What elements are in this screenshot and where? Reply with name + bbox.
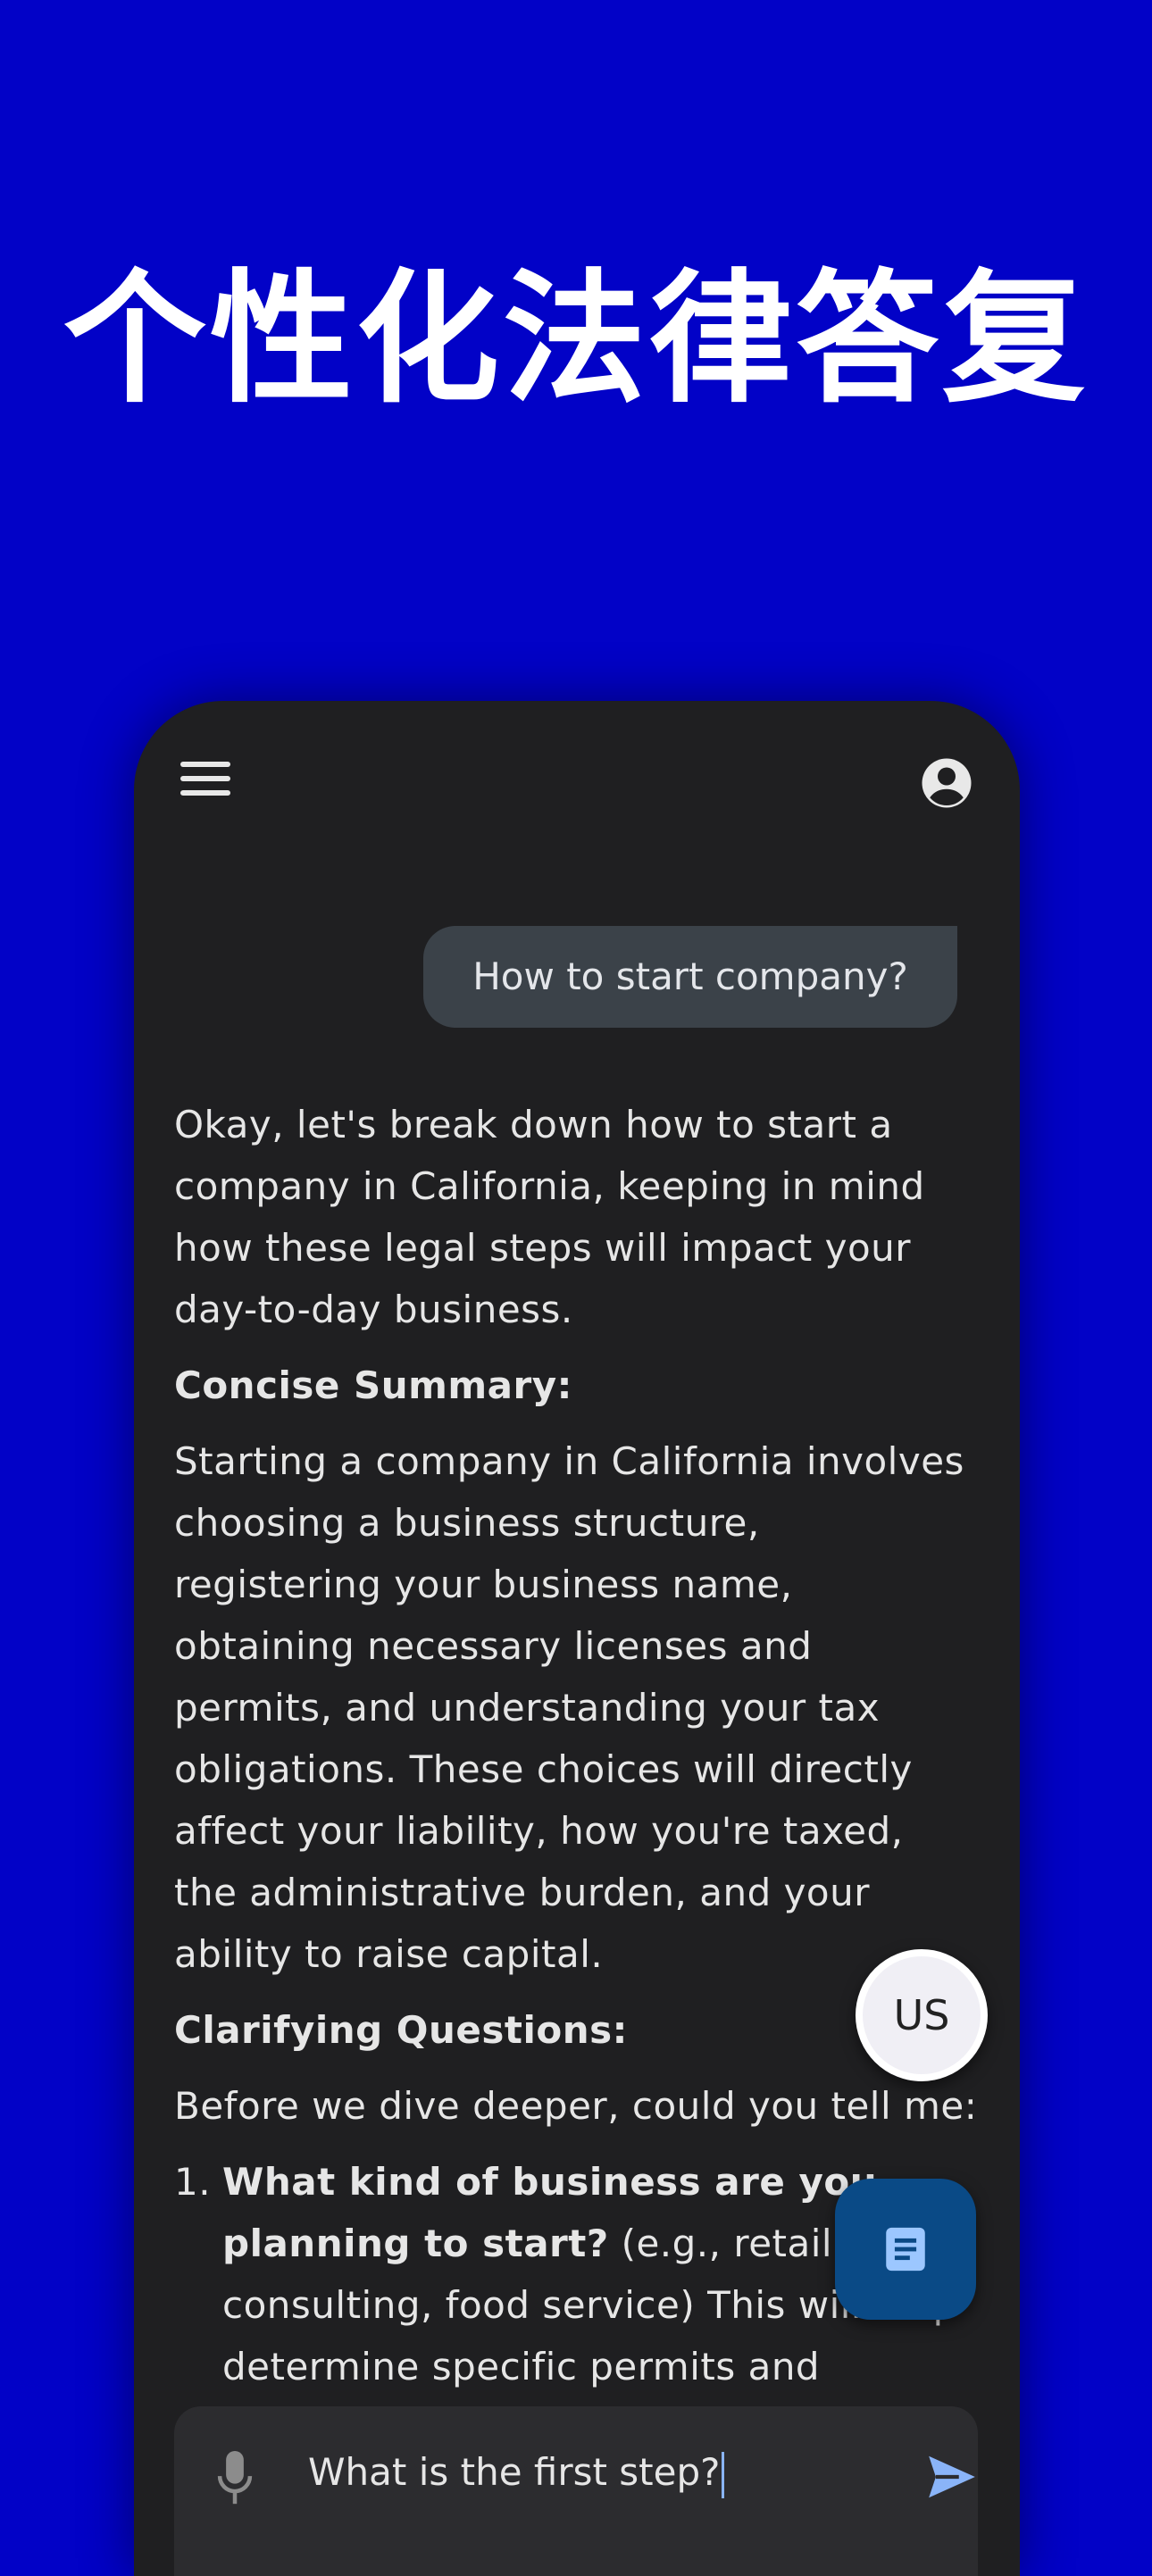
- message-input-value: What is the first step?: [308, 2450, 721, 2494]
- text-caret: [722, 2451, 725, 2498]
- reply-intro: Okay, let's break down how to start a co…: [174, 1103, 925, 1331]
- message-composer: What is the first step?: [174, 2406, 978, 2576]
- phone-screen: How to start company? Okay, let's break …: [134, 701, 1020, 2576]
- top-app-bar: [134, 701, 1020, 871]
- document-icon: [886, 2227, 925, 2272]
- menu-icon[interactable]: [180, 762, 230, 804]
- document-button[interactable]: [835, 2179, 976, 2320]
- hero-title: 个性化法律答复: [63, 255, 1089, 422]
- summary-heading: Concise Summary:: [174, 1363, 572, 1407]
- region-button[interactable]: US: [856, 1949, 988, 2081]
- summary-text: Starting a company in California involve…: [174, 1439, 964, 1976]
- account-icon[interactable]: [920, 756, 973, 810]
- list-item-number: 1.: [174, 2160, 212, 2204]
- user-message-bubble: How to start company?: [423, 926, 957, 1028]
- mic-icon[interactable]: [217, 2451, 253, 2506]
- message-input[interactable]: What is the first step?: [308, 2446, 844, 2499]
- questions-intro: Before we dive deeper, could you tell me…: [174, 2084, 978, 2128]
